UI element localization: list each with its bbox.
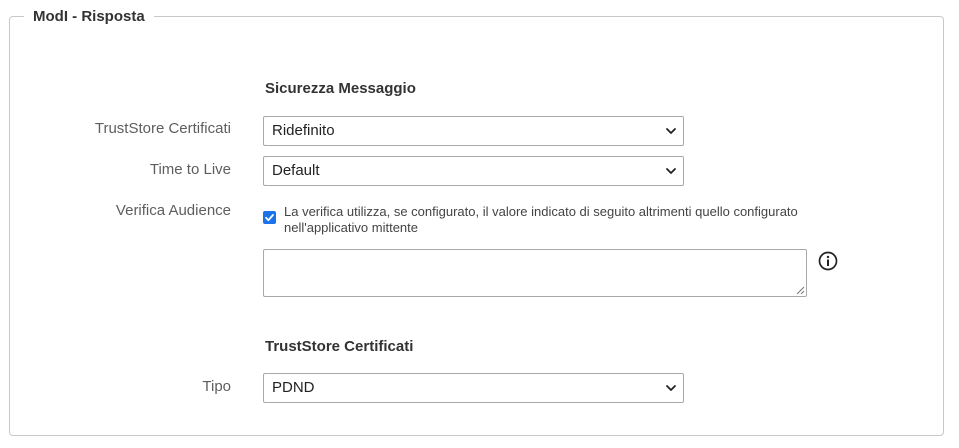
fieldset-legend: ModI - Risposta [24,7,154,27]
audience-checkbox[interactable] [263,211,276,224]
tipo-select-value: PDND [272,379,315,396]
audience-description-line2: nell'applicativo mittente [284,220,418,235]
checkmark-icon [265,214,274,222]
chevron-down-icon [666,128,676,134]
ttl-label: Time to Live [149,161,231,178]
audience-textarea[interactable] [263,249,807,297]
chevron-down-icon [666,168,676,174]
truststore-select-value: Ridefinito [272,122,335,139]
ttl-select[interactable]: Default [263,156,684,186]
truststore-select[interactable]: Ridefinito [263,116,684,146]
ttl-select-value: Default [272,162,320,179]
audience-description: La verifica utilizza, se configurato, il… [284,204,854,236]
section-title-sicurezza: Sicurezza Messaggio [265,80,416,97]
tipo-label: Tipo [202,378,231,395]
section-title-truststore: TrustStore Certificati [265,338,414,355]
resize-grip-icon[interactable] [796,286,805,295]
audience-description-line1: La verifica utilizza, se configurato, il… [284,204,798,219]
tipo-select[interactable]: PDND [263,373,684,403]
info-icon[interactable] [818,251,838,271]
truststore-label: TrustStore Certificati [94,120,231,137]
chevron-down-icon [666,385,676,391]
audience-label: Verifica Audience [115,202,231,219]
